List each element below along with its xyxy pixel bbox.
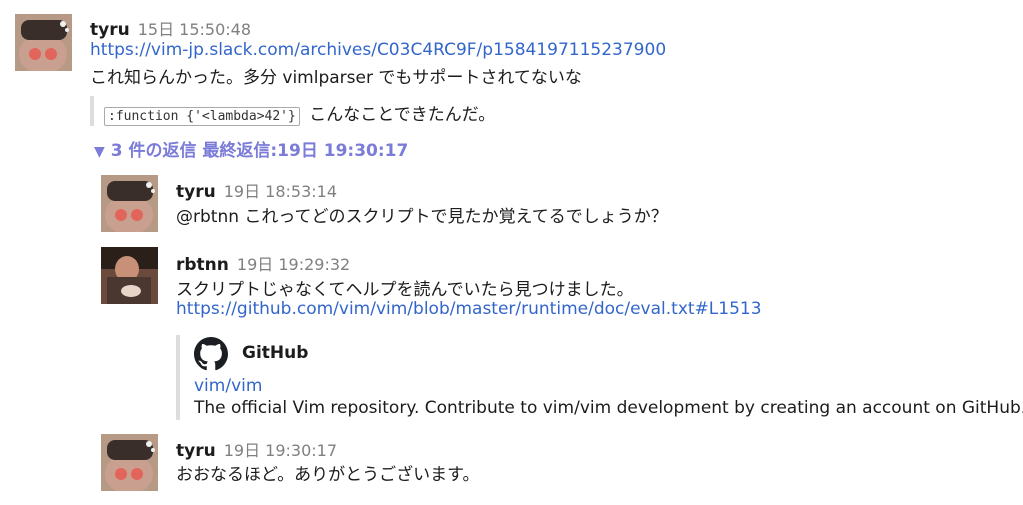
avatar-tyru[interactable] — [101, 434, 158, 491]
username[interactable]: tyru — [176, 441, 216, 461]
username[interactable]: tyru — [90, 20, 130, 40]
message-text: スクリプトじゃなくてヘルプを読んでいたら見つけました。 — [176, 280, 634, 300]
avatar-rbtnn[interactable] — [101, 247, 158, 304]
github-icon — [194, 337, 234, 371]
message-header: tyru 19日 19:30:17 — [176, 437, 337, 461]
timestamp[interactable]: 19日 19:29:32 — [237, 255, 350, 274]
blockquote: :function {'<lambda>42'} こんなことできたんだ。 — [90, 96, 495, 126]
message-link-line: https://github.com/vim/vim/blob/master/r… — [176, 299, 762, 319]
avatar-tyru[interactable] — [101, 175, 158, 232]
triangle-down-icon: ▼ — [94, 144, 105, 160]
avatar-tyru[interactable] — [15, 14, 72, 71]
timestamp[interactable]: 19日 19:30:17 — [224, 441, 337, 460]
unfurl-title-link[interactable]: vim/vim — [194, 376, 262, 396]
message-text: これ知らんかった。多分 vimlparser でもサポートされてないな — [90, 68, 582, 88]
thread-toggle-button[interactable]: ▼ 3 件の返信 最終返信:19日 19:30:17 — [94, 136, 408, 161]
username[interactable]: tyru — [176, 182, 216, 202]
unfurl-description: The official Vim repository. Contribute … — [194, 398, 1023, 418]
unfurl-site-name: GitHub — [242, 343, 309, 363]
username[interactable]: rbtnn — [176, 255, 229, 275]
timestamp[interactable]: 19日 18:53:14 — [224, 182, 337, 201]
github-link[interactable]: https://github.com/vim/vim/blob/master/r… — [176, 299, 762, 319]
message-header: rbtnn 19日 19:29:32 — [176, 251, 350, 275]
link-unfurl: GitHub vim/vim The official Vim reposito… — [176, 335, 1023, 420]
message-link-line: https://vim-jp.slack.com/archives/C03C4R… — [90, 40, 666, 60]
message-text: @rbtnn これってどのスクリプトで見たか覚えてるでしょうか？ — [176, 207, 668, 227]
message-text: おおなるほど。ありがとうございます。 — [176, 465, 480, 485]
quote-text: こんなことできたんだ。 — [309, 105, 496, 125]
timestamp[interactable]: 15日 15:50:48 — [138, 20, 251, 39]
inline-code: :function {'<lambda>42'} — [104, 107, 300, 126]
unfurl-title-line: vim/vim — [194, 376, 262, 396]
message-header: tyru 19日 18:53:14 — [176, 178, 337, 202]
permalink[interactable]: https://vim-jp.slack.com/archives/C03C4R… — [90, 40, 666, 60]
thread-summary: 3 件の返信 最終返信:19日 19:30:17 — [110, 141, 409, 161]
message-header: tyru 15日 15:50:48 — [90, 16, 251, 40]
